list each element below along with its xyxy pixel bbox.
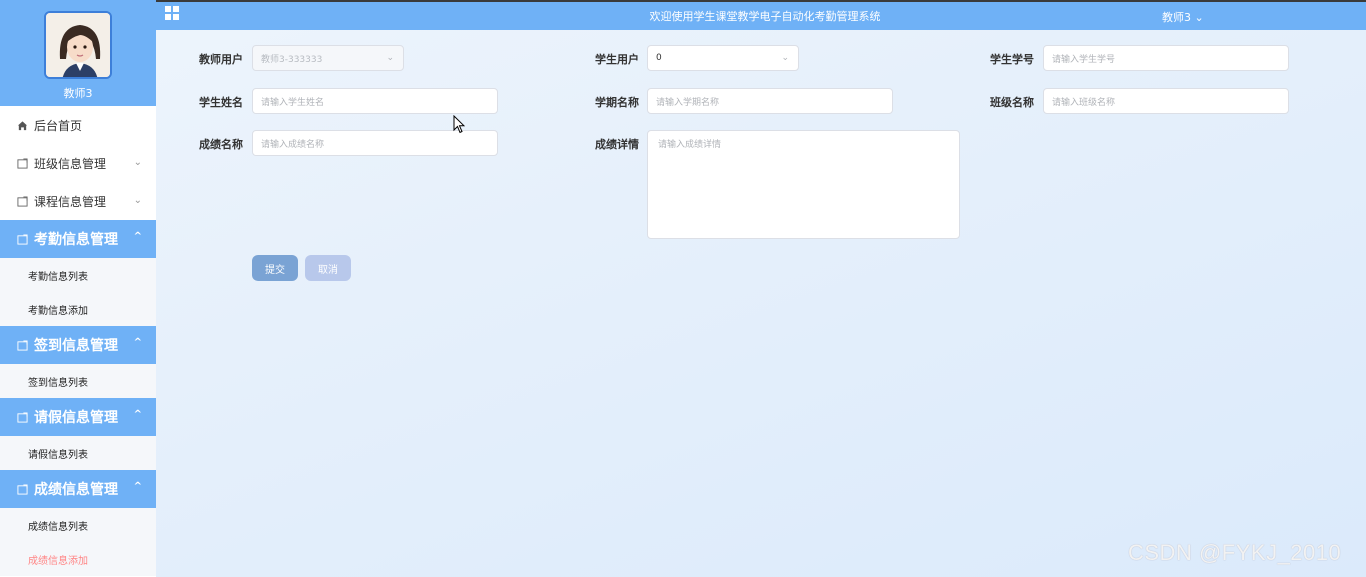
profile-name: 教师3	[63, 87, 93, 100]
sidebar-item-label: 后台首页	[34, 118, 83, 133]
teacher-user-select[interactable]: 教师3-333333 ⌄	[252, 45, 404, 71]
grade-name-placeholder: 请输入成绩名称	[261, 139, 325, 150]
sidebar-group-label: 请假信息管理	[34, 410, 118, 426]
chevron-down-icon: ⌄	[1194, 11, 1204, 24]
sidebar-sub-grade-list[interactable]: 成绩信息列表	[0, 508, 156, 542]
folder-icon	[17, 339, 28, 351]
top-bar: 欢迎使用学生课堂教学电子自动化考勤管理系统 教师3 ⌄	[156, 0, 1366, 30]
label-term-name: 学期名称	[595, 96, 639, 109]
chevron-up-icon: ^	[133, 409, 142, 420]
sidebar-item-label: 课程信息管理	[34, 194, 107, 209]
user-menu[interactable]: 教师3 ⌄	[1162, 9, 1204, 25]
sidebar-group-attendance[interactable]: 考勤信息管理 ^	[0, 220, 156, 258]
sidebar-sub-signin-list[interactable]: 签到信息列表	[0, 364, 156, 398]
chevron-up-icon: ^	[133, 337, 142, 348]
chevron-down-icon: ⌄	[133, 157, 142, 168]
user-menu-label: 教师3	[1162, 11, 1191, 24]
folder-icon	[17, 195, 28, 207]
sidebar-sub-grade-add[interactable]: 成绩信息添加	[0, 542, 156, 576]
chevron-down-icon: ⌄	[133, 195, 142, 206]
folder-icon	[17, 483, 28, 495]
folder-icon	[17, 233, 28, 245]
sidebar-sub-attendance-add[interactable]: 考勤信息添加	[0, 292, 156, 326]
grade-detail-placeholder: 请输入成绩详情	[658, 140, 722, 150]
folder-icon	[17, 411, 28, 423]
label-class-name: 班级名称	[990, 96, 1034, 109]
watermark: CSDN @FYKJ_2010	[1128, 540, 1342, 565]
cancel-button[interactable]: 取消	[305, 255, 351, 281]
sidebar-group-leave[interactable]: 请假信息管理 ^	[0, 398, 156, 436]
sidebar: 教师3 后台首页 班级信息管理 ⌄ 课程信息管理 ⌄ 考勤信息管理 ^ 考勤信息…	[0, 0, 156, 577]
grade-detail-textarea[interactable]: 请输入成绩详情	[647, 130, 960, 239]
grid-icon[interactable]	[165, 6, 179, 20]
home-icon	[17, 120, 28, 130]
class-name-input[interactable]: 请输入班级名称	[1043, 88, 1289, 114]
student-no-placeholder: 请输入学生学号	[1052, 54, 1116, 65]
chevron-down-icon: ⌄	[781, 53, 789, 63]
chevron-up-icon: ^	[133, 481, 142, 492]
sidebar-group-label: 成绩信息管理	[34, 482, 118, 498]
mouse-cursor-icon	[453, 115, 465, 134]
student-name-placeholder: 请输入学生姓名	[261, 97, 325, 108]
sidebar-item-label: 班级信息管理	[34, 156, 107, 171]
label-grade-detail: 成绩详情	[595, 138, 639, 151]
label-grade-name: 成绩名称	[199, 138, 243, 151]
sidebar-sub-attendance-list[interactable]: 考勤信息列表	[0, 258, 156, 292]
avatar[interactable]	[44, 11, 112, 79]
label-teacher-user: 教师用户	[199, 53, 243, 66]
submit-button[interactable]: 提交	[252, 255, 298, 281]
sidebar-group-grade[interactable]: 成绩信息管理 ^	[0, 470, 156, 508]
student-no-input[interactable]: 请输入学生学号	[1043, 45, 1289, 71]
sidebar-group-label: 签到信息管理	[34, 338, 118, 354]
sidebar-item-course-management[interactable]: 课程信息管理 ⌄	[0, 182, 156, 220]
student-user-value: 0	[656, 53, 662, 63]
teacher-user-value: 教师3-333333	[261, 54, 323, 65]
chevron-down-icon: ⌄	[386, 53, 394, 63]
folder-icon	[17, 157, 28, 169]
label-student-user: 学生用户	[595, 53, 639, 66]
student-user-select[interactable]: 0 ⌄	[647, 45, 799, 71]
app-title: 欢迎使用学生课堂教学电子自动化考勤管理系统	[649, 10, 881, 23]
sidebar-sub-leave-list[interactable]: 请假信息列表	[0, 436, 156, 470]
term-name-placeholder: 请输入学期名称	[656, 97, 720, 108]
class-name-placeholder: 请输入班级名称	[1052, 97, 1116, 108]
student-name-input[interactable]: 请输入学生姓名	[252, 88, 498, 114]
chevron-up-icon: ^	[133, 231, 142, 242]
term-name-input[interactable]: 请输入学期名称	[647, 88, 893, 114]
sidebar-group-label: 考勤信息管理	[34, 232, 118, 248]
label-student-no: 学生学号	[990, 53, 1034, 66]
sidebar-group-signin[interactable]: 签到信息管理 ^	[0, 326, 156, 364]
label-student-name: 学生姓名	[199, 96, 243, 109]
profile-panel: 教师3	[0, 0, 156, 106]
sidebar-item-class-management[interactable]: 班级信息管理 ⌄	[0, 144, 156, 182]
sidebar-item-home[interactable]: 后台首页	[0, 106, 156, 144]
